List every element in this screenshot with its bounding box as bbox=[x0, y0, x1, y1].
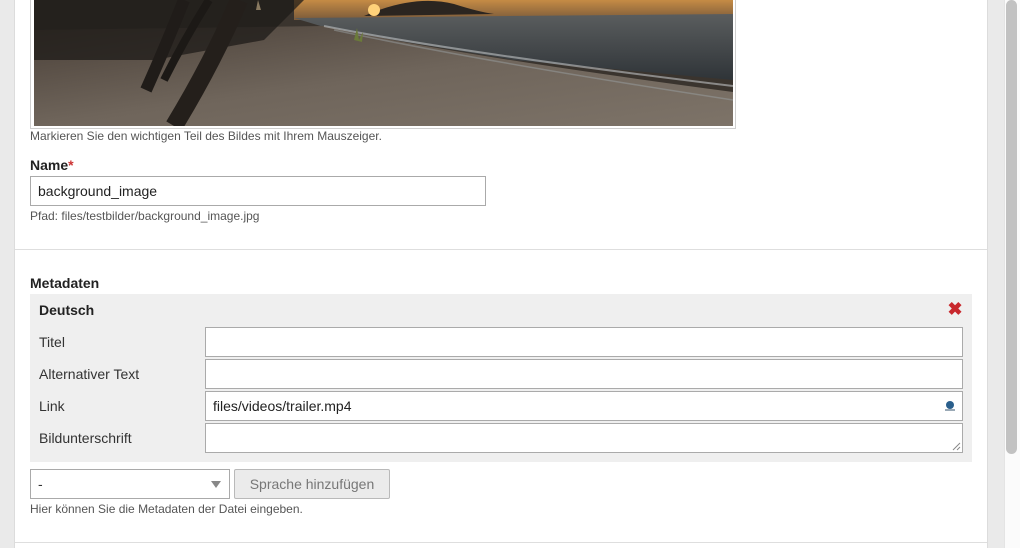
metadata-language-block: Deutsch ✖ Titel Alternativer Text Link f… bbox=[30, 294, 972, 462]
language-select-value: - bbox=[38, 476, 43, 492]
link-input[interactable]: files/videos/trailer.mp4 bbox=[205, 391, 963, 421]
name-label: Name* bbox=[30, 157, 74, 173]
language-title: Deutsch bbox=[39, 302, 95, 318]
resize-grip-icon[interactable] bbox=[952, 442, 961, 451]
chevron-down-icon bbox=[211, 481, 221, 488]
name-label-text: Name bbox=[30, 157, 69, 173]
focus-hint: Markieren Sie den wichtigen Teil des Bil… bbox=[30, 129, 382, 143]
link-label: Link bbox=[39, 398, 65, 414]
image-preview[interactable] bbox=[34, 0, 733, 126]
link-input-value: files/videos/trailer.mp4 bbox=[213, 398, 352, 414]
language-select[interactable]: - bbox=[30, 469, 230, 499]
bottom-divider bbox=[15, 542, 987, 543]
required-mark: * bbox=[68, 157, 74, 173]
metadata-hint: Hier können Sie die Metadaten der Datei … bbox=[30, 502, 303, 516]
name-input[interactable]: background_image bbox=[30, 176, 486, 206]
page-picker-icon[interactable] bbox=[944, 400, 956, 412]
image-preview-frame bbox=[30, 0, 736, 129]
close-icon[interactable]: ✖ bbox=[946, 300, 964, 318]
scrollbar-thumb[interactable] bbox=[1006, 0, 1017, 454]
alt-text-input[interactable] bbox=[205, 359, 963, 389]
alt-text-label: Alternativer Text bbox=[39, 366, 140, 382]
section-divider bbox=[15, 249, 987, 250]
name-input-value: background_image bbox=[38, 183, 158, 199]
caption-textarea[interactable] bbox=[205, 423, 963, 453]
title-input[interactable] bbox=[205, 327, 963, 357]
caption-label: Bildunterschrift bbox=[39, 430, 132, 446]
title-label: Titel bbox=[39, 334, 65, 350]
path-hint: Pfad: files/testbilder/background_image.… bbox=[30, 209, 260, 223]
metadata-heading: Metadaten bbox=[30, 275, 100, 291]
add-language-button[interactable]: Sprache hinzufügen bbox=[234, 469, 390, 499]
